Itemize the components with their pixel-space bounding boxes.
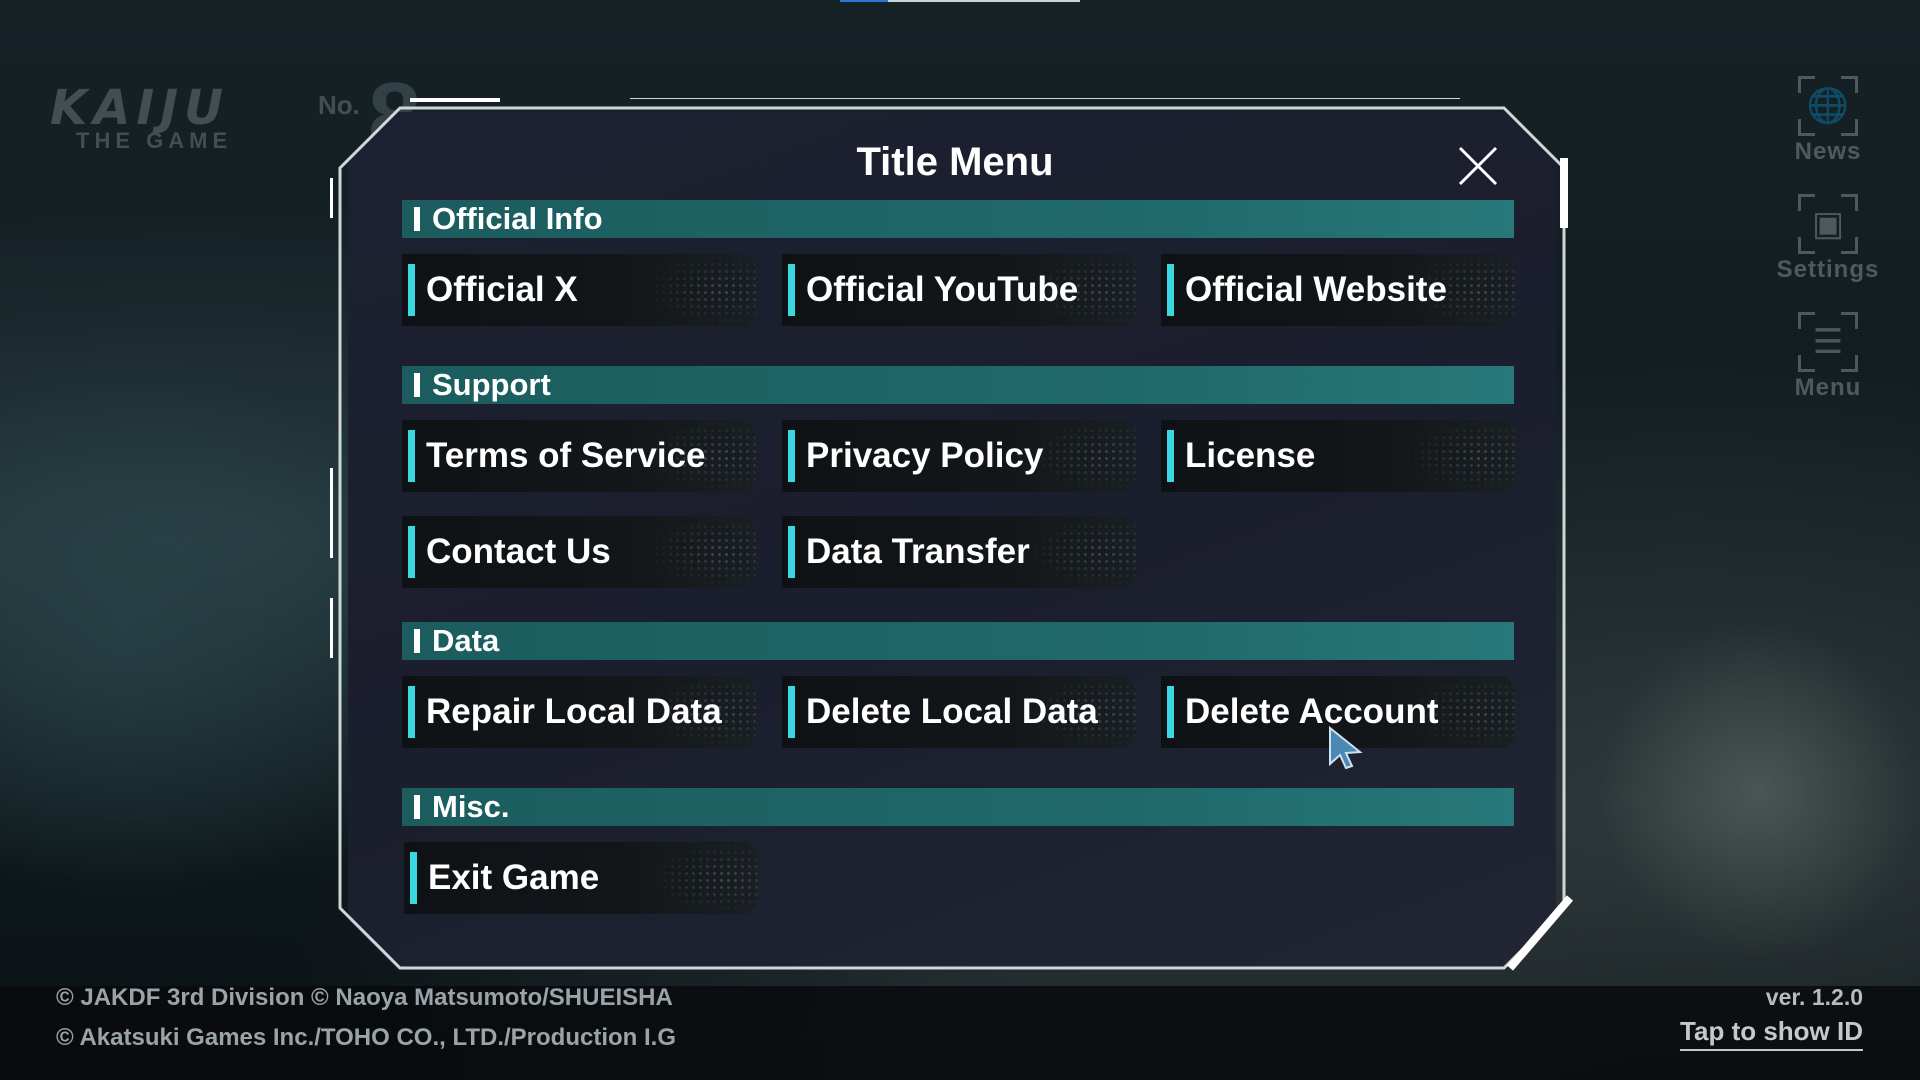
logo-subtitle: THE GAME [76, 128, 233, 153]
settings-label: Settings [1776, 256, 1880, 283]
repair-local-data-button[interactable]: Repair Local Data [402, 676, 756, 748]
show-id-link[interactable]: Tap to show ID [1680, 1016, 1863, 1051]
section-official-info: Official Info [402, 200, 1514, 238]
panel-title: Title Menu [856, 140, 1054, 184]
button-label: Delete Local Data [806, 692, 1098, 731]
section-title: Official Info [432, 201, 603, 236]
section-title: Misc. [432, 789, 510, 824]
button-label: Delete Account [1185, 692, 1439, 731]
button-label: Contact Us [426, 532, 611, 571]
official-website-button[interactable]: Official Website [1161, 254, 1515, 326]
close-icon [1458, 146, 1498, 186]
close-button[interactable] [1454, 142, 1502, 190]
section-title: Data [432, 623, 500, 658]
button-label: Data Transfer [806, 532, 1030, 571]
button-label: Repair Local Data [426, 692, 722, 731]
button-label: Official X [426, 270, 578, 309]
privacy-policy-button[interactable]: Privacy Policy [782, 420, 1136, 492]
official-youtube-button[interactable]: Official YouTube [782, 254, 1136, 326]
official-x-button[interactable]: Official X [402, 254, 756, 326]
contact-us-button[interactable]: Contact Us [402, 516, 756, 588]
menu-button[interactable]: ☰ Menu [1776, 304, 1880, 414]
license-button[interactable]: License [1161, 420, 1515, 492]
cursor-icon [1329, 726, 1363, 770]
globe-icon: 🌐 [1798, 76, 1858, 136]
button-label: Official Website [1185, 270, 1447, 309]
section-title: Support [432, 367, 551, 402]
button-label: License [1185, 436, 1316, 475]
news-button[interactable]: 🌐 News [1776, 68, 1880, 178]
delete-local-data-button[interactable]: Delete Local Data [782, 676, 1136, 748]
loading-bar-fill [840, 0, 888, 2]
news-label: News [1794, 138, 1862, 165]
terms-of-service-button[interactable]: Terms of Service [402, 420, 756, 492]
menu-icon: ☰ [1798, 312, 1858, 372]
settings-icon: ▣ [1798, 194, 1858, 254]
settings-button[interactable]: ▣ Settings [1776, 186, 1880, 296]
section-misc: Misc. [402, 788, 1514, 826]
button-label: Terms of Service [426, 436, 706, 475]
section-data: Data [402, 622, 1514, 660]
menu-label: Menu [1794, 374, 1862, 401]
copyright-line-2: © Akatsuki Games Inc./TOHO CO., LTD./Pro… [56, 1024, 677, 1051]
button-label: Official YouTube [806, 270, 1079, 309]
button-label: Privacy Policy [806, 436, 1044, 475]
section-support: Support [402, 366, 1514, 404]
version-text: ver. 1.2.0 [1765, 984, 1863, 1010]
button-label: Exit Game [428, 858, 600, 897]
data-transfer-button[interactable]: Data Transfer [782, 516, 1136, 588]
loading-bar [840, 0, 1080, 2]
exit-game-button[interactable]: Exit Game [404, 842, 758, 914]
copyright-line-1: © JAKDF 3rd Division © Naoya Matsumoto/S… [56, 984, 673, 1011]
